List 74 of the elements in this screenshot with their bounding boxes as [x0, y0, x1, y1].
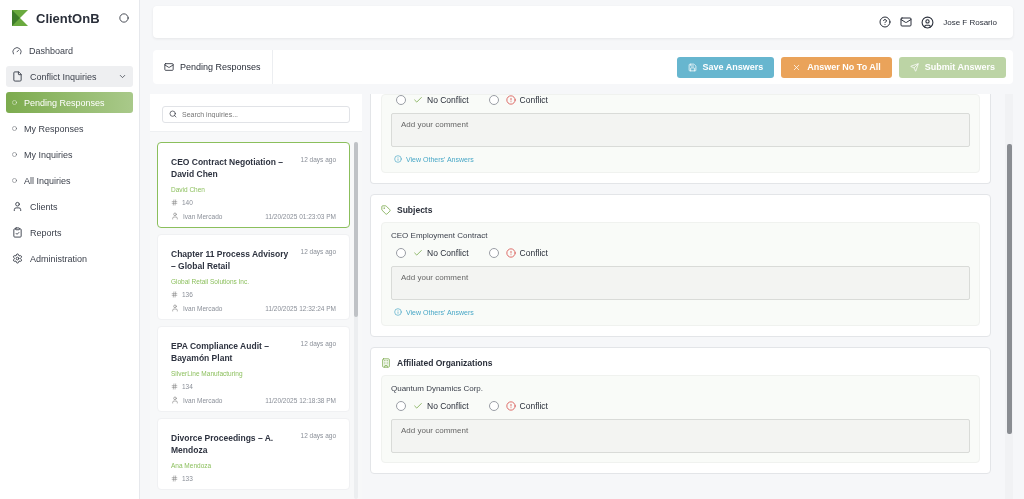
alert-icon — [505, 248, 516, 258]
sidebar-subitem[interactable]: My Inquiries — [6, 144, 133, 165]
entry-name: Quantum Dynamics Corp. — [391, 384, 485, 393]
section-title: Subjects — [397, 205, 433, 215]
radio-option[interactable]: No Conflict — [396, 95, 469, 105]
gauge-icon — [12, 45, 22, 56]
chevron-icon — [118, 72, 127, 81]
scrollbar-track[interactable] — [354, 142, 358, 499]
file-icon — [12, 71, 23, 82]
hash-icon — [171, 475, 178, 482]
user-icon — [171, 212, 179, 220]
radio-button[interactable] — [488, 248, 499, 258]
sidebar-item[interactable]: Conflict Inquiries — [6, 66, 133, 87]
radio-button[interactable] — [396, 248, 406, 258]
settings-icon — [12, 253, 23, 264]
circle-icon — [12, 100, 17, 105]
scrollbar-thumb[interactable] — [354, 142, 358, 317]
tag-icon — [381, 205, 391, 215]
inquiry-title: EPA Compliance Audit – Bayamón Plant — [171, 340, 270, 364]
sidebar-item[interactable]: Clients — [6, 196, 133, 217]
user-icon — [12, 201, 23, 212]
radio-option[interactable]: Conflict — [488, 248, 548, 258]
scrollbar-thumb[interactable] — [1006, 144, 1012, 434]
user-avatar-icon[interactable] — [921, 15, 935, 29]
close-icon — [792, 62, 802, 72]
inquiry-title: CEO Contract Negotiation – David Chen — [171, 156, 284, 180]
sidebar-item[interactable]: Reports — [6, 222, 133, 243]
entry-name: CEO Employment Contract — [391, 231, 489, 240]
info-icon — [394, 155, 402, 163]
circle-icon — [12, 152, 17, 157]
check-icon — [413, 248, 423, 258]
help-icon[interactable] — [879, 16, 892, 28]
radio-button[interactable] — [396, 401, 406, 411]
radio-option[interactable]: No Conflict — [396, 401, 469, 411]
circle-icon — [12, 178, 17, 183]
brand-name: ClientOnB — [36, 10, 101, 26]
clipboard-icon — [12, 227, 23, 238]
building-icon — [381, 358, 391, 368]
user-name[interactable]: Jose F Rosario — [943, 17, 997, 27]
mail-icon[interactable] — [900, 16, 913, 28]
radio-button[interactable] — [488, 95, 499, 105]
radio-option[interactable]: Conflict — [488, 95, 548, 105]
radio-button[interactable] — [396, 95, 406, 105]
alert-icon — [505, 95, 516, 105]
search-icon — [169, 110, 177, 118]
radio-option[interactable]: No Conflict — [396, 248, 469, 258]
check-icon — [413, 95, 423, 105]
sidebar-item[interactable]: Administration — [6, 248, 133, 269]
radio-option[interactable]: Conflict — [488, 401, 548, 411]
sidebar-subitem[interactable]: My Responses — [6, 118, 133, 139]
alert-icon — [505, 401, 516, 411]
user-icon — [171, 396, 179, 404]
comment-field[interactable]: Add your comment — [391, 266, 970, 300]
sidebar-item[interactable]: Dashboard — [6, 40, 133, 61]
section-title: Affiliated Organizations — [397, 358, 493, 368]
scrollbar-track[interactable] — [1005, 94, 1013, 499]
user-icon — [171, 304, 179, 312]
circle-icon — [12, 126, 17, 131]
sidebar-subitem[interactable]: All Inquiries — [6, 170, 133, 191]
pending-responses-tab[interactable]: Pending Responses — [153, 50, 273, 84]
logo-icon — [12, 10, 28, 26]
radio-button[interactable] — [488, 401, 499, 411]
info-icon — [394, 308, 402, 316]
hash-icon — [171, 199, 178, 206]
hash-icon — [171, 383, 178, 390]
inquiry-title: Chapter 11 Process Advisory – Global Retail — [171, 248, 290, 272]
send-icon — [909, 62, 919, 72]
mail-icon — [164, 62, 174, 72]
comment-field[interactable]: Add your comment — [391, 113, 970, 147]
save-icon — [687, 62, 697, 72]
inquiry-title: Divorce Proceedings – A. Mendoza — [171, 432, 275, 456]
hash-icon — [171, 291, 178, 298]
comment-field[interactable]: Add your comment — [391, 419, 970, 453]
check-icon — [413, 401, 423, 411]
